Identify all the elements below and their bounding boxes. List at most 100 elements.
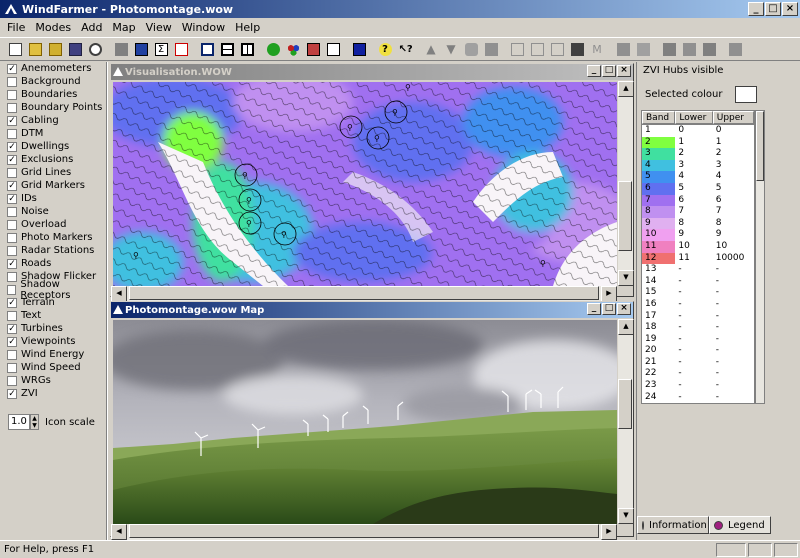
vis-horizontal-scrollbar[interactable]: ◀ ▶ <box>111 286 617 302</box>
layer-checkbox[interactable] <box>7 245 17 256</box>
lower-cell[interactable]: - <box>675 334 712 346</box>
band-cell[interactable]: 13 <box>642 264 676 276</box>
layer-checkbox[interactable] <box>7 76 17 87</box>
upper-cell[interactable]: - <box>713 334 754 346</box>
band-row[interactable]: 23- - <box>642 380 754 392</box>
band-cell[interactable]: 16 <box>642 298 676 311</box>
layer-item[interactable]: ✓ Cabling <box>2 114 106 127</box>
layer-checkbox[interactable] <box>7 232 17 243</box>
layer-checkbox[interactable]: ✓ <box>7 297 17 308</box>
layer-checkbox[interactable] <box>7 89 17 100</box>
band-cell[interactable]: 8 <box>642 206 676 218</box>
layer-item[interactable]: ✓ Turbines <box>2 322 106 335</box>
band-row[interactable]: 11 10 10 <box>642 240 754 253</box>
lower-cell[interactable]: 9 <box>675 229 712 241</box>
band-cell[interactable]: 9 <box>642 217 676 230</box>
vis-scroll-right-button[interactable]: ▶ <box>601 286 617 302</box>
tool-g-button[interactable] <box>614 40 632 58</box>
layer-item[interactable]: DTM <box>2 127 106 140</box>
band-cell[interactable]: 23 <box>642 380 676 392</box>
lower-cell[interactable]: 1 <box>675 137 712 149</box>
tab-legend[interactable]: Legend <box>709 516 771 534</box>
band-cell[interactable]: 15 <box>642 287 676 299</box>
photomontage-title-bar[interactable]: Photomontage.wow Map _ □ × <box>111 302 633 318</box>
upper-cell[interactable]: - <box>713 264 754 276</box>
band-row[interactable]: 12 11 10000 <box>642 252 754 265</box>
tile-vertical-button[interactable] <box>238 40 256 58</box>
menu-view[interactable]: View <box>141 21 177 34</box>
layer-checkbox[interactable]: ✓ <box>7 115 17 126</box>
band-cell[interactable]: 7 <box>642 194 676 207</box>
layer-checkbox[interactable] <box>7 349 17 360</box>
upper-cell[interactable]: 7 <box>713 206 754 218</box>
layer-checkbox[interactable] <box>7 219 17 230</box>
lower-cell[interactable]: 11 <box>675 253 712 265</box>
vis-minimize-button[interactable]: _ <box>587 65 601 77</box>
upper-column-header[interactable]: Upper <box>712 111 754 124</box>
upper-cell[interactable]: 0 <box>713 125 754 137</box>
lower-cell[interactable]: 5 <box>675 183 712 195</box>
band-row[interactable]: 24- - <box>642 391 754 403</box>
lower-cell[interactable]: - <box>675 357 712 369</box>
lower-cell[interactable]: - <box>675 299 712 311</box>
upper-cell[interactable]: - <box>713 368 754 380</box>
band-row[interactable]: 13- - <box>642 264 754 276</box>
lower-cell[interactable]: - <box>675 276 712 288</box>
band-cell[interactable]: 14 <box>642 275 676 288</box>
print-preview-button[interactable] <box>86 40 104 58</box>
photo-minimize-button[interactable]: _ <box>587 303 601 315</box>
band-cell[interactable]: 18 <box>642 322 676 334</box>
band-cell[interactable]: 1 <box>642 125 676 137</box>
photomontage-image[interactable] <box>113 320 617 524</box>
tool-f-button[interactable] <box>568 40 586 58</box>
lower-cell[interactable]: - <box>675 368 712 380</box>
turbine-view-button[interactable] <box>324 40 342 58</box>
tool-l-button[interactable] <box>726 40 744 58</box>
layer-item[interactable]: Text <box>2 309 106 322</box>
tool-i-button[interactable] <box>660 40 678 58</box>
layer-checkbox[interactable]: ✓ <box>7 193 17 204</box>
band-row[interactable]: 10 9 9 <box>642 229 754 241</box>
menu-modes[interactable]: Modes <box>30 21 76 34</box>
layer-item[interactable]: Shadow Receptors <box>2 279 106 301</box>
upper-cell[interactable]: - <box>713 322 754 334</box>
tool-m-button[interactable]: M <box>588 40 606 58</box>
upper-cell[interactable]: 2 <box>713 148 754 160</box>
layer-checkbox[interactable] <box>7 271 17 282</box>
layer-checkbox[interactable] <box>7 375 17 386</box>
band-row[interactable]: 322 <box>642 148 754 160</box>
lower-cell[interactable]: 8 <box>675 218 712 230</box>
band-row[interactable]: 22- - <box>642 368 754 381</box>
band-cell[interactable]: 6 <box>642 182 676 195</box>
layer-item[interactable]: Background <box>2 75 106 88</box>
photo-horizontal-scrollbar[interactable]: ◀ ▶ <box>111 524 617 540</box>
upper-cell[interactable]: - <box>713 345 754 357</box>
tool-a-button[interactable] <box>462 40 480 58</box>
tool-c-button[interactable] <box>508 40 526 58</box>
band-row[interactable]: 18- - <box>642 322 754 334</box>
map-button[interactable] <box>132 40 150 58</box>
band-row[interactable]: 766 <box>642 194 754 207</box>
band-cell[interactable]: 22 <box>642 368 676 381</box>
new-file-button[interactable] <box>6 40 24 58</box>
layer-item[interactable]: ✓ Viewpoints <box>2 335 106 348</box>
band-cell[interactable]: 4 <box>642 159 676 172</box>
band-row[interactable]: 21- - <box>642 356 754 369</box>
window-title-bar[interactable]: WindFarmer - Photomontage.wow _ □ × <box>0 0 800 18</box>
cascade-button[interactable] <box>198 40 216 58</box>
visualisation-window[interactable]: Visualisation.WOW _ □ × ⚲ ⚲ ⚲ ⚲ ⚲ ⚲ ⚲ ⚲ … <box>110 63 634 302</box>
upper-cell[interactable]: 4 <box>713 171 754 183</box>
layer-checkbox[interactable]: ✓ <box>7 336 17 347</box>
menu-window[interactable]: Window <box>177 21 230 34</box>
tool-grey-button[interactable] <box>112 40 130 58</box>
band-row[interactable]: 988 <box>642 217 754 230</box>
band-cell[interactable]: 21 <box>642 356 676 369</box>
upper-cell[interactable]: - <box>713 276 754 288</box>
minimize-button[interactable]: _ <box>748 2 764 16</box>
balls-button[interactable] <box>284 40 302 58</box>
vis-vertical-scrollbar[interactable]: ▲ ▼ <box>617 81 634 286</box>
photo-scroll-up-button[interactable]: ▲ <box>618 319 634 335</box>
selected-colour-swatch[interactable] <box>735 86 757 103</box>
band-row[interactable]: 877 <box>642 206 754 218</box>
band-cell[interactable]: 11 <box>642 240 676 253</box>
